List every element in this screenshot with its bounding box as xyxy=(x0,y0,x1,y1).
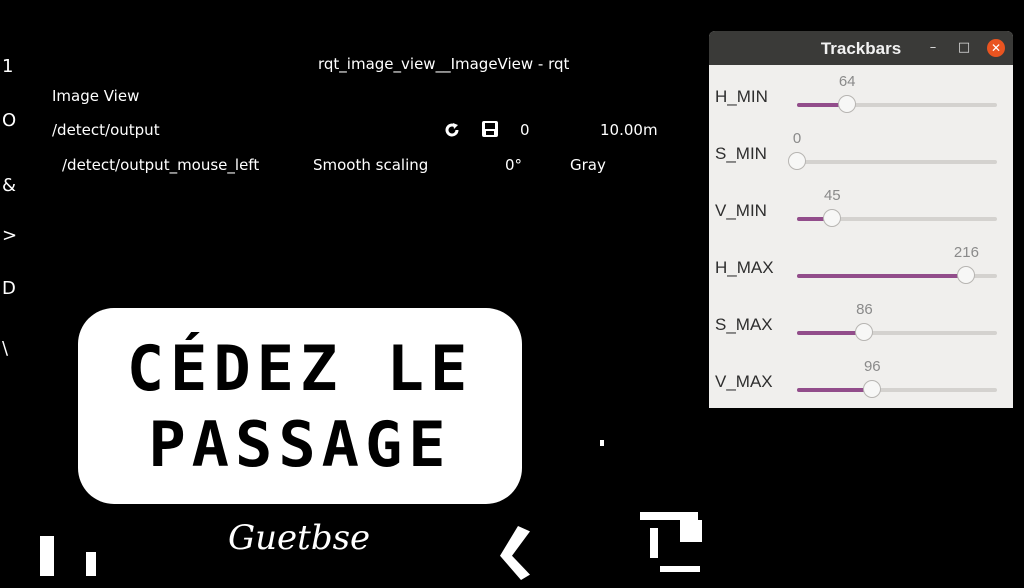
trackbar-h-min: 64 H_MIN xyxy=(709,69,1013,125)
trackbar-handle[interactable] xyxy=(863,380,882,398)
dock-glyph[interactable]: & xyxy=(2,175,16,196)
dock-glyph[interactable]: \ xyxy=(2,338,8,359)
trackbar-fill xyxy=(797,388,873,392)
trackbar-slider[interactable] xyxy=(797,95,997,113)
trackbar-value: 86 xyxy=(856,301,873,318)
plugin-title: Image View xyxy=(52,87,140,105)
dock-glyph[interactable]: D xyxy=(2,278,16,299)
trackbar-handle[interactable] xyxy=(855,323,874,341)
trackbar-fill xyxy=(797,274,967,278)
trackbar-fill xyxy=(797,331,865,335)
trackbar-slider[interactable] xyxy=(797,380,997,398)
save-icon[interactable] xyxy=(481,120,499,138)
trackbar-label: V_MAX xyxy=(715,372,773,391)
trackbar-handle[interactable] xyxy=(823,209,842,227)
trackbar-v-max: 96 V_MAX xyxy=(709,354,1013,408)
trackbar-label: H_MIN xyxy=(715,87,768,106)
noise-speck xyxy=(660,566,700,572)
minimize-icon[interactable]: – xyxy=(924,39,942,57)
smooth-scaling-checkbox[interactable]: Smooth scaling xyxy=(313,156,428,174)
trackbar-value: 216 xyxy=(953,244,979,261)
noise-speck xyxy=(500,526,530,580)
noise-speck xyxy=(40,536,54,576)
trackbar-handle[interactable] xyxy=(838,95,857,113)
rotation-display[interactable]: 0° xyxy=(505,156,522,174)
noise-speck xyxy=(640,512,698,520)
dock-glyph[interactable]: > xyxy=(2,225,17,246)
noise-speck xyxy=(86,552,96,576)
trackbar-handle[interactable] xyxy=(957,266,976,284)
refresh-icon[interactable] xyxy=(443,121,461,139)
signature: Guetbse xyxy=(228,518,371,558)
mouse-topic-checkbox[interactable]: /detect/output_mouse_left xyxy=(52,156,259,174)
trackbar-s-max: 86 S_MAX xyxy=(709,297,1013,353)
sign-line-2: PASSAGE xyxy=(148,408,452,481)
zoom-min-field[interactable]: 0 xyxy=(520,121,530,139)
maximize-icon[interactable]: □ xyxy=(955,39,973,57)
noise-speck xyxy=(150,470,156,476)
dock-glyph[interactable]: O xyxy=(2,110,16,131)
trackbar-slider[interactable] xyxy=(797,323,997,341)
topic-selector[interactable]: /detect/output xyxy=(52,121,160,139)
trackbar-label: S_MIN xyxy=(715,144,767,163)
color-scheme-select[interactable]: Gray xyxy=(570,156,606,174)
trackbar-label: S_MAX xyxy=(715,315,773,334)
noise-speck xyxy=(600,440,604,446)
window-title: rqt_image_view__ImageView - rqt xyxy=(318,55,570,73)
trackbar-label: V_MIN xyxy=(715,201,767,220)
trackbar-value: 64 xyxy=(838,73,856,90)
trackbar-v-min: 45 V_MIN xyxy=(709,183,1013,239)
trackbar-value: 45 xyxy=(823,187,841,204)
dock-glyph[interactable]: 1 xyxy=(2,56,13,77)
trackbar-value: 0 xyxy=(792,130,802,147)
mouse-topic-label: /detect/output_mouse_left xyxy=(62,156,260,174)
zoom-field[interactable]: 10.00m xyxy=(600,121,658,139)
trackbar-slider[interactable] xyxy=(797,266,997,284)
noise-speck xyxy=(680,520,702,542)
close-icon[interactable]: ✕ xyxy=(987,39,1005,57)
trackbars-titlebar[interactable]: Trackbars – □ ✕ xyxy=(709,31,1013,65)
trackbar-h-max: 216 H_MAX xyxy=(709,240,1013,296)
trackbar-value: 96 xyxy=(863,358,881,375)
sign-blob: CÉDEZ LE PASSAGE xyxy=(78,308,522,504)
trackbar-slider[interactable] xyxy=(797,209,997,227)
trackbars-window: Trackbars – □ ✕ 64 H_MIN 0 S_MIN 45 V_MIN 216 H… xyxy=(709,31,1013,408)
noise-speck xyxy=(650,528,658,558)
trackbar-slider[interactable] xyxy=(788,152,997,170)
trackbar-handle[interactable] xyxy=(788,152,806,170)
sign-line-1: CÉDEZ LE xyxy=(126,332,474,405)
trackbar-s-min: 0 S_MIN xyxy=(709,126,1013,182)
trackbar-label: H_MAX xyxy=(715,258,774,277)
